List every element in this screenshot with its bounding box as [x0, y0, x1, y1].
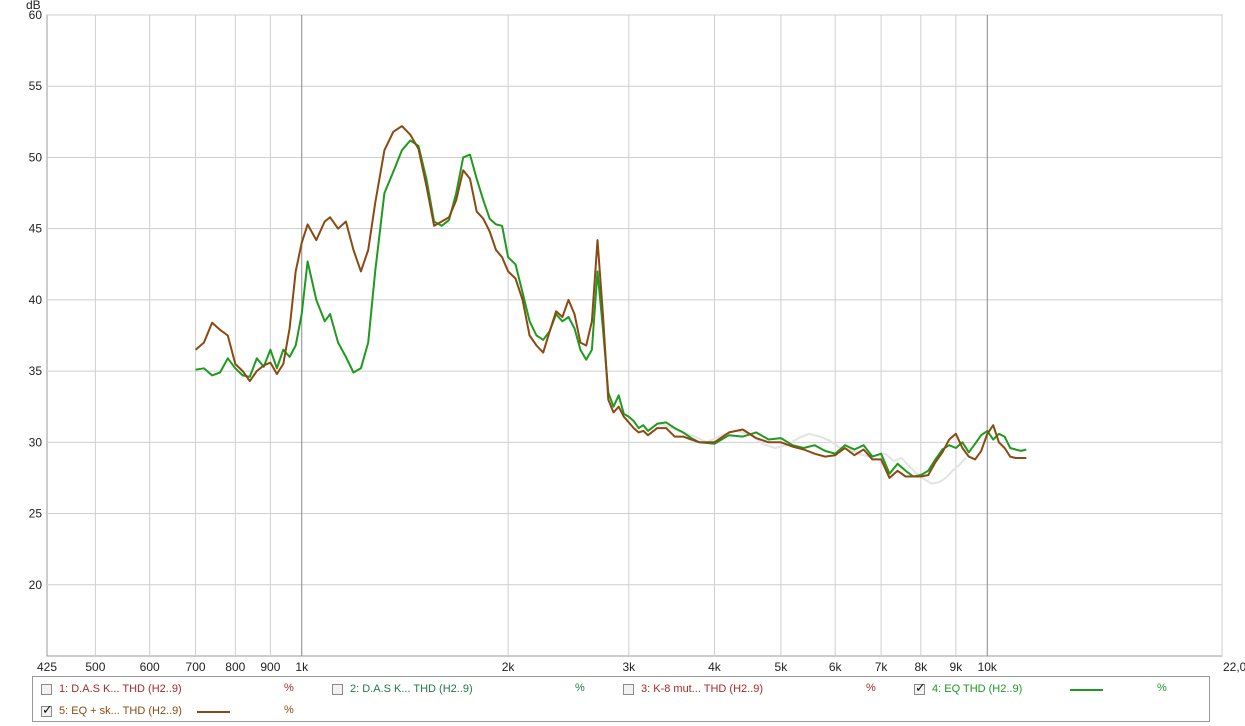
x-tick-label-8k: 8k: [914, 660, 928, 674]
legend-item-5-unit: %: [284, 704, 294, 716]
y-tick-label-55: 55: [29, 79, 43, 93]
legend-item-4-label: 4: EQ THD (H2..9): [932, 683, 1023, 695]
x-tick-label-600: 600: [140, 660, 160, 674]
legend-item-5-label: 5: EQ + sk... THD (H2..9): [59, 705, 182, 717]
legend-item-1-unit: %: [284, 682, 294, 694]
x-tick-label-5k: 5k: [775, 660, 789, 674]
legend-item-3-checkbox[interactable]: [623, 683, 634, 695]
x-tick-label-500: 500: [85, 660, 105, 674]
x-tick-label-3k: 3k: [622, 660, 636, 674]
legend-item-5-swatch: [197, 711, 230, 713]
legend-item-4-swatch: [1070, 689, 1103, 691]
x-tick-label-425: 425: [37, 660, 57, 674]
x-tick-label-9k: 9k: [950, 660, 964, 674]
y-tick-label-35: 35: [29, 364, 43, 378]
legend-item-3[interactable]: 3: K-8 mut... THD (H2..9): [623, 680, 763, 698]
legend-item-1-label: 1: D.A.S K... THD (H2..9): [59, 683, 182, 695]
x-tick-label-4k: 4k: [708, 660, 722, 674]
x-tick-label-22,0kHz: 22,0kHz: [1223, 660, 1245, 674]
x-tick-label-1k: 1k: [295, 660, 309, 674]
legend-item-1[interactable]: 1: D.A.S K... THD (H2..9): [41, 680, 182, 698]
legend-item-3-unit: %: [866, 682, 876, 694]
x-tick-label-900: 900: [260, 660, 280, 674]
y-tick-label-20: 20: [29, 578, 43, 592]
x-tick-label-2k: 2k: [502, 660, 516, 674]
legend-item-2-unit: %: [575, 682, 585, 694]
chart-grid: [46, 14, 1223, 657]
legend-item-5-checkbox[interactable]: [41, 703, 53, 718]
x-tick-label-7k: 7k: [875, 660, 889, 674]
legend-item-3-label: 3: K-8 mut... THD (H2..9): [641, 683, 764, 695]
legend-item-1-checkbox[interactable]: [41, 683, 52, 695]
x-tick-label-800: 800: [225, 660, 245, 674]
legend-item-4-unit: %: [1157, 682, 1167, 694]
thd-chart: 202530354045505560425 500 600 700 800 900 1k 2k…: [26, 0, 1245, 674]
legend-item-5[interactable]: 5: EQ + sk... THD (H2..9): [41, 702, 182, 720]
y-tick-label-50: 50: [29, 150, 43, 164]
y-axis-label: dB: [26, 0, 41, 12]
legend-item-2-label: 2: D.A.S K... THD (H2..9): [350, 683, 473, 695]
y-tick-label-45: 45: [29, 222, 43, 236]
x-tick-label-10k: 10k: [978, 660, 998, 674]
y-tick-label-25: 25: [29, 507, 43, 521]
legend-item-2-checkbox[interactable]: [332, 683, 343, 695]
y-tick-label-30: 30: [29, 435, 43, 449]
x-tick-label-6k: 6k: [829, 660, 843, 674]
plot-frame: [46, 14, 1223, 657]
legend-item-4-checkbox[interactable]: [914, 681, 926, 696]
x-tick-label-700: 700: [186, 660, 206, 674]
y-tick-label-40: 40: [29, 293, 43, 307]
legend-panel: 1: D.A.S K... THD (H2..9) % 2: D.A.S K..…: [32, 676, 1210, 722]
legend-item-4[interactable]: 4: EQ THD (H2..9): [914, 680, 1022, 698]
legend-item-2[interactable]: 2: D.A.S K... THD (H2..9): [332, 680, 473, 698]
